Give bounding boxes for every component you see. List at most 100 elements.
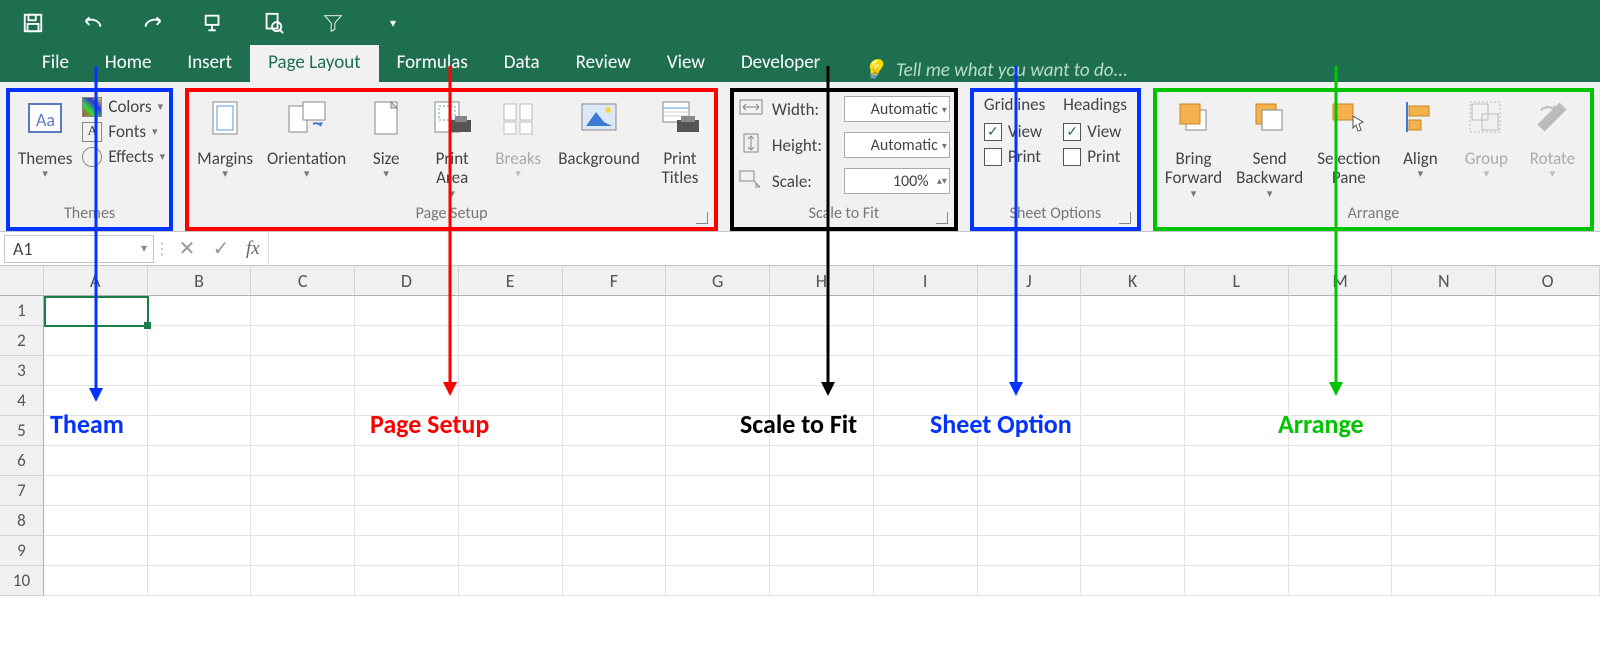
cell[interactable] [563, 326, 667, 356]
cell[interactable] [874, 356, 978, 386]
page-setup-dialog-launcher-icon[interactable] [696, 212, 708, 224]
orientation-button[interactable]: Orientation▾ [263, 94, 350, 181]
cell[interactable] [251, 506, 355, 536]
tab-data[interactable]: Data [486, 45, 558, 82]
cell[interactable] [1081, 326, 1185, 356]
cell[interactable] [1496, 476, 1600, 506]
touch-mode-icon[interactable] [200, 10, 226, 36]
column-header[interactable]: J [978, 266, 1082, 296]
cell[interactable] [874, 566, 978, 596]
cell[interactable] [1289, 506, 1393, 536]
cell[interactable] [1392, 386, 1496, 416]
width-value[interactable]: Automatic▾ [844, 96, 950, 122]
cell[interactable] [770, 446, 874, 476]
undo-icon[interactable] [80, 10, 106, 36]
cell[interactable] [978, 536, 1082, 566]
cell[interactable] [770, 536, 874, 566]
insert-function-icon[interactable]: fx [238, 238, 268, 260]
margins-button[interactable]: Margins▾ [193, 94, 257, 181]
cell[interactable] [1081, 506, 1185, 536]
cell[interactable] [148, 476, 252, 506]
column-header[interactable]: O [1496, 266, 1600, 296]
row-header[interactable]: 5 [0, 416, 44, 446]
cell[interactable] [978, 476, 1082, 506]
cell[interactable] [874, 326, 978, 356]
headings-view-checkbox[interactable]: ✓View [1063, 121, 1121, 142]
cell[interactable] [978, 296, 1082, 326]
cell[interactable] [1185, 296, 1289, 326]
cell[interactable] [1185, 416, 1289, 446]
cell[interactable] [148, 356, 252, 386]
formula-bar-grip[interactable]: ⋮ [154, 239, 170, 259]
cell[interactable] [1496, 326, 1600, 356]
redo-icon[interactable] [140, 10, 166, 36]
cell[interactable] [1289, 536, 1393, 566]
align-button[interactable]: Align▾ [1390, 94, 1450, 181]
cell[interactable] [459, 476, 563, 506]
cell[interactable] [1392, 566, 1496, 596]
select-all-corner[interactable] [0, 266, 44, 296]
cell[interactable] [874, 536, 978, 566]
cell[interactable] [1496, 416, 1600, 446]
cell[interactable] [1185, 566, 1289, 596]
tell-me-search[interactable]: 💡 Tell me what you want to do... [838, 58, 1128, 82]
cell[interactable] [459, 506, 563, 536]
cell[interactable] [459, 536, 563, 566]
cell[interactable] [874, 476, 978, 506]
cell[interactable] [1392, 476, 1496, 506]
column-header[interactable]: B [148, 266, 252, 296]
cell[interactable] [251, 566, 355, 596]
cell[interactable] [251, 356, 355, 386]
cell[interactable] [148, 296, 252, 326]
cell[interactable] [563, 446, 667, 476]
cell[interactable] [1392, 536, 1496, 566]
cell[interactable] [355, 476, 459, 506]
cell[interactable] [1289, 446, 1393, 476]
column-header[interactable]: E [459, 266, 563, 296]
row-header[interactable]: 1 [0, 296, 44, 326]
cell[interactable] [978, 506, 1082, 536]
selection-pane-button[interactable]: Selection Pane [1313, 94, 1384, 188]
cell[interactable] [1496, 536, 1600, 566]
row-header[interactable]: 4 [0, 386, 44, 416]
tab-file[interactable]: File [24, 45, 87, 82]
cell[interactable] [1392, 326, 1496, 356]
cell[interactable] [563, 506, 667, 536]
tab-review[interactable]: Review [558, 45, 649, 82]
cell[interactable] [563, 386, 667, 416]
row-header[interactable]: 7 [0, 476, 44, 506]
cell[interactable] [1185, 476, 1289, 506]
cell[interactable] [563, 356, 667, 386]
row-header[interactable]: 2 [0, 326, 44, 356]
cell[interactable] [1392, 416, 1496, 446]
cell[interactable] [251, 416, 355, 446]
background-button[interactable]: Background [554, 94, 644, 168]
cell[interactable] [1392, 446, 1496, 476]
cell[interactable] [1081, 416, 1185, 446]
cell[interactable] [1081, 446, 1185, 476]
cell[interactable] [666, 296, 770, 326]
cell[interactable] [44, 506, 148, 536]
formula-input[interactable] [268, 232, 1600, 265]
height-value[interactable]: Automatic▾ [844, 132, 950, 158]
cell[interactable] [874, 446, 978, 476]
customize-qat-icon[interactable]: ▾ [380, 10, 406, 36]
column-header[interactable]: L [1185, 266, 1289, 296]
cell[interactable] [459, 566, 563, 596]
cell[interactable] [1185, 536, 1289, 566]
cell[interactable] [459, 296, 563, 326]
bring-forward-button[interactable]: Bring Forward▾ [1161, 94, 1226, 200]
cell[interactable] [563, 476, 667, 506]
cell[interactable] [251, 446, 355, 476]
breaks-button[interactable]: Breaks▾ [488, 94, 548, 181]
cell[interactable] [1289, 566, 1393, 596]
column-header[interactable]: C [251, 266, 355, 296]
cell[interactable] [1185, 506, 1289, 536]
print-preview-icon[interactable] [260, 10, 286, 36]
cell[interactable] [666, 536, 770, 566]
cell[interactable] [1289, 476, 1393, 506]
cell[interactable] [355, 446, 459, 476]
column-header[interactable]: G [666, 266, 770, 296]
print-titles-button[interactable]: Print Titles [650, 94, 710, 188]
cell[interactable] [1496, 296, 1600, 326]
